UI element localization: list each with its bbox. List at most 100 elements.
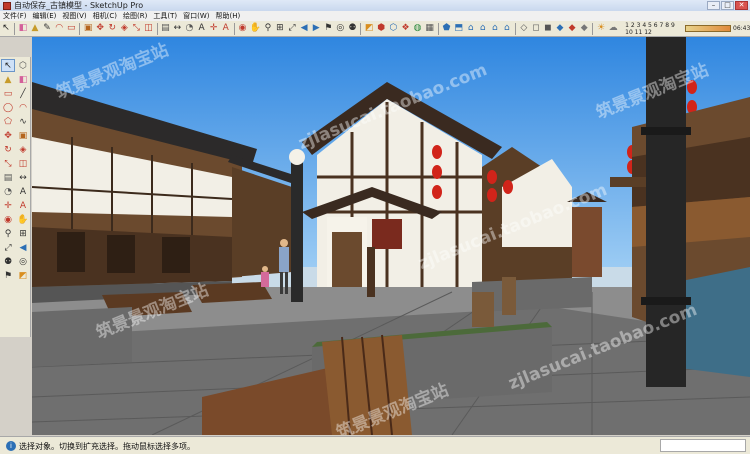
move-icon[interactable]: ✥ — [1, 129, 15, 142]
section-plane-icon[interactable]: ◩ — [16, 269, 30, 282]
follow-me-icon[interactable]: ◈ — [16, 143, 30, 156]
menu-camera[interactable]: 相机(C) — [90, 11, 120, 21]
zoom-extents-icon[interactable]: ⤢ — [1, 241, 15, 254]
freehand-icon[interactable]: ∿ — [16, 115, 30, 128]
dimension-icon[interactable]: ↔ — [16, 171, 30, 184]
sketchup-app-icon — [3, 1, 11, 10]
offset-icon[interactable]: ◫ — [16, 157, 30, 170]
shadow-slider-bar[interactable] — [684, 25, 732, 32]
front-view-icon[interactable]: ⌂ — [466, 22, 476, 35]
previous-view-icon[interactable]: ◀ — [16, 241, 30, 254]
arc-icon[interactable]: ◠ — [54, 22, 64, 35]
menu-tools[interactable]: 工具(T) — [150, 11, 180, 21]
status-bar: i 选择对象。切换到扩充选择。拖动鼠标选择多项。 — [0, 436, 750, 454]
shadows-icon[interactable]: ☀ — [596, 22, 606, 35]
move-icon[interactable]: ✥ — [95, 22, 105, 35]
back-view-icon[interactable]: ⌂ — [490, 22, 500, 35]
components-icon[interactable]: ❖ — [400, 22, 410, 35]
paint-bucket-icon[interactable]: ▲ — [30, 22, 40, 35]
lantern-icon — [503, 180, 513, 194]
orbit-icon[interactable]: ◉ — [1, 213, 15, 226]
3d-text-icon[interactable]: A — [16, 199, 30, 212]
share-model-icon[interactable]: ⬡ — [388, 22, 398, 35]
walk-icon[interactable]: ⚑ — [323, 22, 333, 35]
text-icon[interactable]: A — [16, 185, 30, 198]
pencil-icon[interactable]: ✎ — [42, 22, 52, 35]
pan-icon[interactable]: ✋ — [250, 22, 261, 35]
select-icon[interactable]: ↖ — [1, 22, 11, 35]
wireframe-icon[interactable]: ◻ — [531, 22, 541, 35]
line-icon[interactable]: ╱ — [16, 87, 30, 100]
axes-icon[interactable]: ✛ — [209, 22, 219, 35]
shadow-time-slider[interactable]: 1 2 3 4 5 6 7 8 9 10 11 12 06:43 — [625, 22, 750, 36]
fog-icon[interactable]: ☁ — [608, 22, 618, 35]
scale-icon[interactable]: ⤡ — [1, 157, 15, 170]
zoom-extents-icon[interactable]: ⤢ — [287, 22, 297, 35]
dimension-icon[interactable]: ↔ — [172, 22, 182, 35]
styles-icon[interactable]: ▦ — [425, 22, 435, 35]
rectangle-icon[interactable]: ▭ — [66, 22, 76, 35]
position-camera-icon[interactable]: ⚉ — [1, 255, 15, 268]
menu-window[interactable]: 窗口(W) — [180, 11, 212, 21]
shaded-icon[interactable]: ◆ — [555, 22, 565, 35]
position-camera-icon[interactable]: ⚉ — [347, 22, 357, 35]
minimize-button[interactable]: – — [707, 1, 720, 10]
menu-help[interactable]: 帮助(H) — [212, 11, 243, 21]
offset-icon[interactable]: ◫ — [143, 22, 153, 35]
toolbar-separator — [79, 22, 81, 35]
look-around-icon[interactable]: ◎ — [335, 22, 345, 35]
get-models-icon[interactable]: ⬢ — [376, 22, 386, 35]
maximize-button[interactable]: □ — [721, 1, 734, 10]
walk-icon[interactable]: ⚑ — [1, 269, 15, 282]
hidden-line-icon[interactable]: ◼ — [543, 22, 553, 35]
tape-measure-icon[interactable]: ▤ — [1, 171, 15, 184]
left-view-icon[interactable]: ⌂ — [502, 22, 512, 35]
make-component-icon[interactable]: ⬡ — [16, 59, 30, 72]
zoom-window-icon[interactable]: ⊞ — [275, 22, 285, 35]
menu-file[interactable]: 文件(F) — [0, 11, 30, 21]
menu-view[interactable]: 视图(V) — [59, 11, 89, 21]
scale-icon[interactable]: ⤡ — [131, 22, 141, 35]
scene-svg — [32, 37, 750, 435]
arc-icon[interactable]: ◠ — [16, 101, 30, 114]
eraser-icon[interactable]: ◧ — [16, 73, 30, 86]
3d-text-icon[interactable]: A — [221, 22, 231, 35]
close-button[interactable]: ✕ — [735, 1, 748, 10]
right-view-icon[interactable]: ⌂ — [478, 22, 488, 35]
monochrome-icon[interactable]: ◆ — [579, 22, 589, 35]
zoom-window-icon[interactable]: ⊞ — [16, 227, 30, 240]
protractor-icon[interactable]: ◔ — [1, 185, 15, 198]
select-icon[interactable]: ↖ — [1, 59, 15, 72]
protractor-icon[interactable]: ◔ — [184, 22, 194, 35]
model-viewport[interactable]: 筑景景观淘宝站 zjlasucai.taobao.com 筑景景观淘宝站 zjl… — [32, 37, 750, 435]
menu-draw[interactable]: 绘图(R) — [120, 11, 150, 21]
paint-bucket-icon[interactable]: ▲ — [1, 73, 15, 86]
look-around-icon[interactable]: ◎ — [16, 255, 30, 268]
zoom-icon[interactable]: ⚲ — [263, 22, 273, 35]
rectangle-icon[interactable]: ▭ — [1, 87, 15, 100]
measurements-box[interactable] — [660, 439, 746, 452]
text-icon[interactable]: A — [197, 22, 207, 35]
materials-icon[interactable]: ◍ — [413, 22, 423, 35]
polygon-icon[interactable]: ⬠ — [1, 115, 15, 128]
zoom-icon[interactable]: ⚲ — [1, 227, 15, 240]
tape-measure-icon[interactable]: ▤ — [160, 22, 170, 35]
axes-icon[interactable]: ✛ — [1, 199, 15, 212]
top-view-icon[interactable]: ⬒ — [454, 22, 464, 35]
rotate-icon[interactable]: ↻ — [1, 143, 15, 156]
follow-me-icon[interactable]: ◈ — [119, 22, 129, 35]
iso-view-icon[interactable]: ⬟ — [441, 22, 451, 35]
section-plane-icon[interactable]: ◩ — [364, 22, 374, 35]
circle-icon[interactable]: ◯ — [1, 101, 15, 114]
pan-icon[interactable]: ✋ — [16, 213, 30, 226]
orbit-icon[interactable]: ◉ — [238, 22, 248, 35]
eraser-icon[interactable]: ◧ — [18, 22, 28, 35]
shaded-textures-icon[interactable]: ◆ — [567, 22, 577, 35]
rotate-icon[interactable]: ↻ — [107, 22, 117, 35]
push-pull-icon[interactable]: ▣ — [83, 22, 93, 35]
previous-view-icon[interactable]: ◀ — [299, 22, 309, 35]
menu-edit[interactable]: 编辑(E) — [30, 11, 60, 21]
xray-icon[interactable]: ◇ — [519, 22, 529, 35]
next-view-icon[interactable]: ▶ — [311, 22, 321, 35]
push-pull-icon[interactable]: ▣ — [16, 129, 30, 142]
